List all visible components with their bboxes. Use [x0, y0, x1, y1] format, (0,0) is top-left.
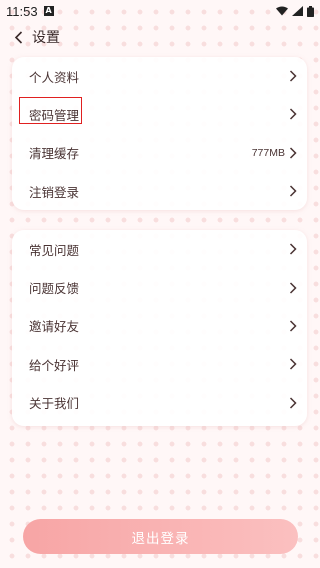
status-icons — [276, 5, 314, 17]
chevron-right-icon — [289, 320, 297, 332]
settings-item-rate[interactable]: 给个好评 — [12, 345, 307, 383]
notification-icon: A — [43, 6, 54, 16]
chevron-right-icon — [289, 108, 297, 120]
settings-item-feedback[interactable]: 问题反馈 — [12, 268, 307, 306]
settings-item-faq[interactable]: 常见问题 — [12, 230, 307, 268]
nav-bar: 设置 — [0, 22, 320, 52]
settings-card-account: 个人资料 密码管理 清理缓存 777MB 注销登录 — [12, 57, 307, 210]
settings-item-label: 给个好评 — [29, 357, 80, 373]
chevron-right-icon — [289, 397, 297, 409]
status-bar: 11:53 A — [0, 0, 320, 22]
battery-icon — [307, 5, 314, 17]
signal-icon — [292, 6, 303, 16]
settings-item-password[interactable]: 密码管理 — [12, 95, 307, 133]
settings-item-about[interactable]: 关于我们 — [12, 384, 307, 422]
back-arrow-icon[interactable] — [14, 30, 28, 44]
chevron-right-icon — [289, 185, 297, 197]
settings-card-support: 常见问题 问题反馈 邀请好友 给个好评 关于我们 — [12, 230, 307, 426]
settings-item-label: 清理缓存 — [29, 146, 80, 162]
logout-button[interactable]: 退出登录 — [23, 519, 298, 554]
settings-item-label: 关于我们 — [29, 396, 80, 412]
settings-item-label: 注销登录 — [29, 184, 80, 200]
chevron-right-icon — [289, 147, 297, 159]
wifi-icon — [276, 6, 288, 16]
settings-item-label: 问题反馈 — [29, 281, 80, 297]
status-time: 11:53 — [6, 3, 38, 19]
chevron-right-icon — [289, 282, 297, 294]
chevron-right-icon — [289, 358, 297, 370]
settings-item-label: 常见问题 — [29, 242, 80, 258]
settings-item-invite[interactable]: 邀请好友 — [12, 307, 307, 345]
settings-item-label: 个人资料 — [29, 69, 80, 85]
cache-size-value: 777MB — [251, 146, 285, 159]
settings-item-label: 邀请好友 — [29, 319, 80, 335]
chevron-right-icon — [289, 70, 297, 82]
settings-item-profile[interactable]: 个人资料 — [12, 57, 307, 95]
page-title: 设置 — [32, 30, 60, 46]
settings-item-deactivate[interactable]: 注销登录 — [12, 172, 307, 210]
settings-item-label: 密码管理 — [29, 107, 80, 123]
chevron-right-icon — [289, 243, 297, 255]
settings-item-clear-cache[interactable]: 清理缓存 777MB — [12, 134, 307, 172]
